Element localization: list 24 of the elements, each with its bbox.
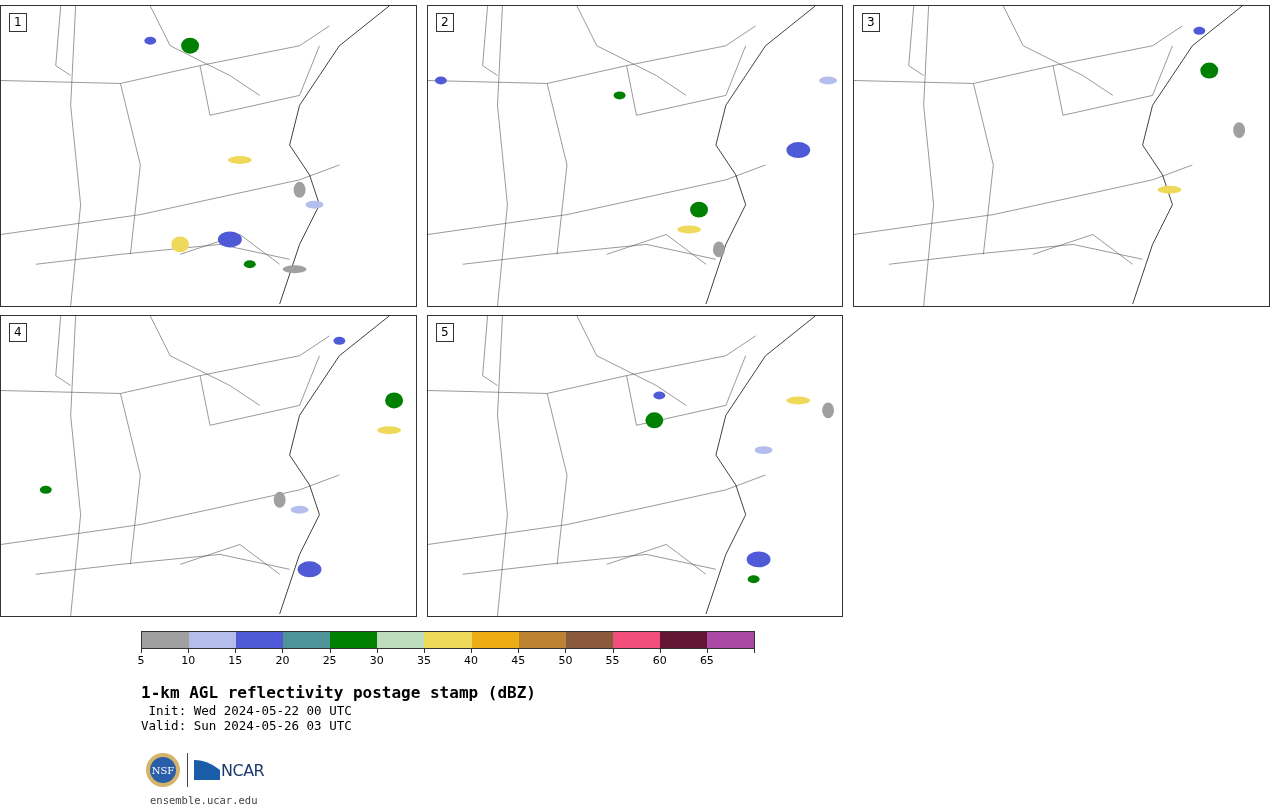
tick-label: 55	[605, 654, 620, 667]
panel-number: 5	[436, 323, 454, 342]
tick-label: 60	[652, 654, 667, 667]
tick-label: 20	[275, 654, 290, 667]
chart-title: 1-km AGL reflectivity postage stamp (dBZ)	[141, 683, 537, 703]
tick-label: 45	[511, 654, 526, 667]
nsf-logo: NSF	[145, 752, 181, 788]
tick-label: 10	[181, 654, 196, 667]
tick-label: 35	[416, 654, 431, 667]
tick-label: 50	[558, 654, 573, 667]
tick-label: 5	[137, 654, 145, 667]
panel-number: 4	[9, 323, 27, 342]
panel-number: 1	[9, 13, 27, 32]
panel-number: 2	[436, 13, 454, 32]
tick-label: 30	[369, 654, 384, 667]
valid-time: Valid: Sun 2024-05-26 03 UTC	[141, 718, 352, 733]
ncar-logo: NCAR	[194, 760, 265, 780]
panel-number: 3	[862, 13, 880, 32]
website-url: ensemble.ucar.edu	[150, 794, 258, 806]
tick-label: 25	[322, 654, 337, 667]
tick-label: 65	[699, 654, 714, 667]
tick-label: 15	[228, 654, 243, 667]
init-time: Init: Wed 2024-05-22 00 UTC	[147, 703, 352, 718]
tick-label: 40	[464, 654, 479, 667]
